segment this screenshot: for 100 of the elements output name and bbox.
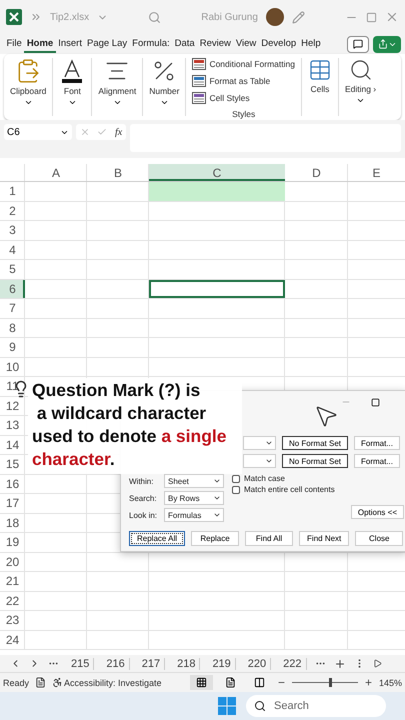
- zoom-level[interactable]: 145%: [378, 678, 402, 688]
- row-header[interactable]: 19: [0, 533, 25, 552]
- ribbon-tab[interactable]: Insert: [56, 36, 84, 52]
- zoom-thumb[interactable]: [329, 678, 332, 687]
- row-header[interactable]: 1: [0, 182, 25, 200]
- row-header[interactable]: 13: [0, 416, 25, 434]
- row-header[interactable]: 21: [0, 572, 25, 590]
- style-command[interactable]: Cell Styles: [192, 92, 250, 104]
- row-header[interactable]: 18: [0, 514, 25, 532]
- ribbon-tab[interactable]: Data: [172, 36, 198, 52]
- dialog-button[interactable]: Replace All: [129, 531, 186, 546]
- sheet-tab[interactable]: 218: [173, 658, 200, 670]
- row-header[interactable]: 6: [0, 280, 25, 298]
- row-header[interactable]: 24: [0, 630, 25, 649]
- start-icon[interactable]: [218, 697, 236, 715]
- ribbon-group-button[interactable]: Clipboard: [10, 86, 46, 96]
- dialog-button[interactable]: Find Next: [299, 531, 350, 546]
- columns-icon: [254, 677, 265, 688]
- taskbar-search[interactable]: Search: [246, 695, 386, 717]
- checkbox[interactable]: [232, 486, 240, 494]
- dialog-button[interactable]: Replace: [191, 531, 240, 546]
- row-header[interactable]: 3: [0, 221, 25, 240]
- share-button[interactable]: [373, 36, 401, 52]
- ribbon-group-button[interactable]: Number: [149, 86, 180, 96]
- sheet-tab[interactable]: 219: [208, 658, 236, 670]
- comments-button[interactable]: [347, 36, 369, 52]
- style-icon: [192, 75, 206, 87]
- checkbox[interactable]: [232, 474, 240, 482]
- avatar[interactable]: [266, 8, 284, 26]
- select-field[interactable]: Formulas: [164, 508, 224, 522]
- row-header[interactable]: 20: [0, 552, 25, 571]
- sheet-tab[interactable]: 220: [244, 658, 272, 670]
- row-header[interactable]: 10: [0, 358, 25, 376]
- dialog-button[interactable]: Close: [355, 531, 404, 546]
- maximize-icon[interactable]: [371, 398, 380, 406]
- ribbon-tab[interactable]: View: [233, 36, 259, 52]
- style-command[interactable]: Conditional Formatting: [192, 58, 295, 70]
- column-header[interactable]: E: [348, 164, 405, 181]
- active-cell[interactable]: [149, 280, 285, 298]
- sheet-tab[interactable]: 222: [279, 658, 307, 670]
- dialog-button[interactable]: Find All: [245, 531, 294, 546]
- row-header[interactable]: 9: [0, 338, 25, 356]
- chevron-down-icon: [264, 457, 273, 465]
- ribbon-tab[interactable]: Help: [298, 36, 324, 52]
- select-field[interactable]: By Rows: [164, 491, 224, 505]
- column-header[interactable]: A: [25, 164, 87, 181]
- row-header[interactable]: 17: [0, 494, 25, 512]
- scroll-arrows-icon[interactable]: [372, 659, 382, 668]
- ribbon-group-button[interactable]: Editing ›: [344, 84, 376, 94]
- check-icon[interactable]: [97, 127, 108, 137]
- field-label: Within:: [129, 476, 154, 486]
- options-button[interactable]: Options <<: [350, 505, 404, 519]
- ribbon-group-button[interactable]: Cells: [310, 84, 330, 94]
- macro-icon[interactable]: [35, 677, 46, 688]
- sheet-tab[interactable]: 216: [102, 658, 130, 670]
- row-header[interactable]: 12: [0, 396, 25, 415]
- row-header[interactable]: 4: [0, 240, 25, 259]
- row-header[interactable]: 5: [0, 260, 25, 278]
- format-preview[interactable]: No Format Set: [282, 436, 348, 450]
- ribbon-group-button[interactable]: Alignment: [98, 86, 136, 96]
- ribbon-tab[interactable]: Review: [197, 36, 234, 52]
- format-button[interactable]: Format...: [354, 454, 400, 468]
- style-icon: [192, 92, 206, 104]
- add-sheet-icon[interactable]: [334, 658, 346, 670]
- ribbon-group-button[interactable]: Font: [64, 86, 81, 96]
- select-field[interactable]: Sheet: [164, 474, 224, 488]
- search-icon[interactable]: [148, 10, 162, 24]
- column-header[interactable]: C: [149, 164, 285, 181]
- chevron-down-icon[interactable]: [356, 96, 366, 105]
- row-header[interactable]: 23: [0, 611, 25, 630]
- accessibility-icon[interactable]: [52, 677, 64, 688]
- chevron-down-icon[interactable]: [112, 98, 122, 107]
- column-header[interactable]: D: [285, 164, 348, 181]
- pen-icon[interactable]: [292, 10, 305, 24]
- chevron-down-icon[interactable]: [68, 98, 77, 107]
- name-box[interactable]: C6: [4, 124, 72, 140]
- normal-view-button[interactable]: [190, 675, 213, 690]
- column-header[interactable]: B: [87, 164, 149, 181]
- row-header[interactable]: 16: [0, 474, 25, 493]
- accessibility-status[interactable]: Accessibility: Investigate: [64, 678, 162, 688]
- zoom-in-icon[interactable]: [364, 678, 373, 687]
- ribbon-tab[interactable]: Develop: [258, 36, 299, 52]
- row-header[interactable]: 2: [0, 202, 25, 220]
- row-header[interactable]: 7: [0, 299, 25, 318]
- chevron-down-icon[interactable]: [160, 98, 169, 107]
- style-command[interactable]: Format as Table: [192, 75, 270, 87]
- row-header[interactable]: 8: [0, 318, 25, 337]
- ribbon-tab[interactable]: Formula:: [130, 36, 172, 52]
- row-header[interactable]: 14: [0, 436, 25, 454]
- ribbon-tab[interactable]: Page Lay: [84, 36, 130, 52]
- row-header[interactable]: 15: [0, 455, 25, 474]
- format-button[interactable]: Format...: [354, 436, 400, 450]
- chevron-down-icon[interactable]: [24, 98, 33, 107]
- sheet-tab[interactable]: 217: [138, 658, 166, 670]
- row-header[interactable]: 22: [0, 592, 25, 610]
- insert-function-button[interactable]: fx: [114, 126, 122, 138]
- sheet-tab[interactable]: 215: [67, 658, 94, 670]
- shaded-cell[interactable]: [149, 182, 285, 200]
- format-preview[interactable]: No Format Set: [282, 454, 348, 468]
- ribbon-tab[interactable]: File: [4, 36, 24, 52]
